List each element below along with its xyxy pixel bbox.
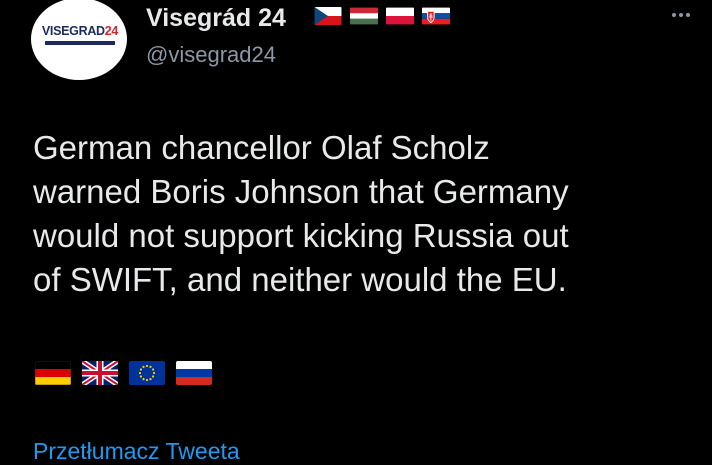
account-handle[interactable]: @visegrad24 [146,42,276,68]
eu-flag-icon [129,361,165,385]
tweet-text-line: would not support kicking Russia out [33,217,569,254]
more-dots-icon[interactable] [664,4,698,26]
slovakia-flag-icon [422,7,450,25]
avatar-logo-strip [45,41,115,45]
tweet-card: VISEGRAD24 Visegrád 24 @visegrad24 Germa… [0,0,712,464]
header-flags [314,7,450,25]
uk-flag-icon [82,361,118,385]
translate-tweet-link[interactable]: Przetłumacz Tweeta [33,438,240,465]
more-dot [679,13,683,17]
tweet-text: German chancellor Olaf Scholz warned Bor… [33,126,703,302]
avatar[interactable]: VISEGRAD24 [31,0,127,80]
tweet-text-line: of SWIFT, and neither would the EU. [33,261,567,298]
poland-flag-icon [386,7,414,25]
avatar-logo: VISEGRAD24 [41,24,119,38]
tweet-text-line: warned Boris Johnson that Germany [33,173,569,210]
russia-flag-icon [176,361,212,385]
more-dot [686,13,690,17]
tweet-text-line: German chancellor Olaf Scholz [33,129,490,166]
germany-flag-icon [35,361,71,385]
more-dot [672,13,676,17]
display-name[interactable]: Visegrád 24 [146,4,286,33]
hungary-flag-icon [350,7,378,25]
tweet-flags [35,361,212,385]
czech-flag-icon [314,7,342,25]
